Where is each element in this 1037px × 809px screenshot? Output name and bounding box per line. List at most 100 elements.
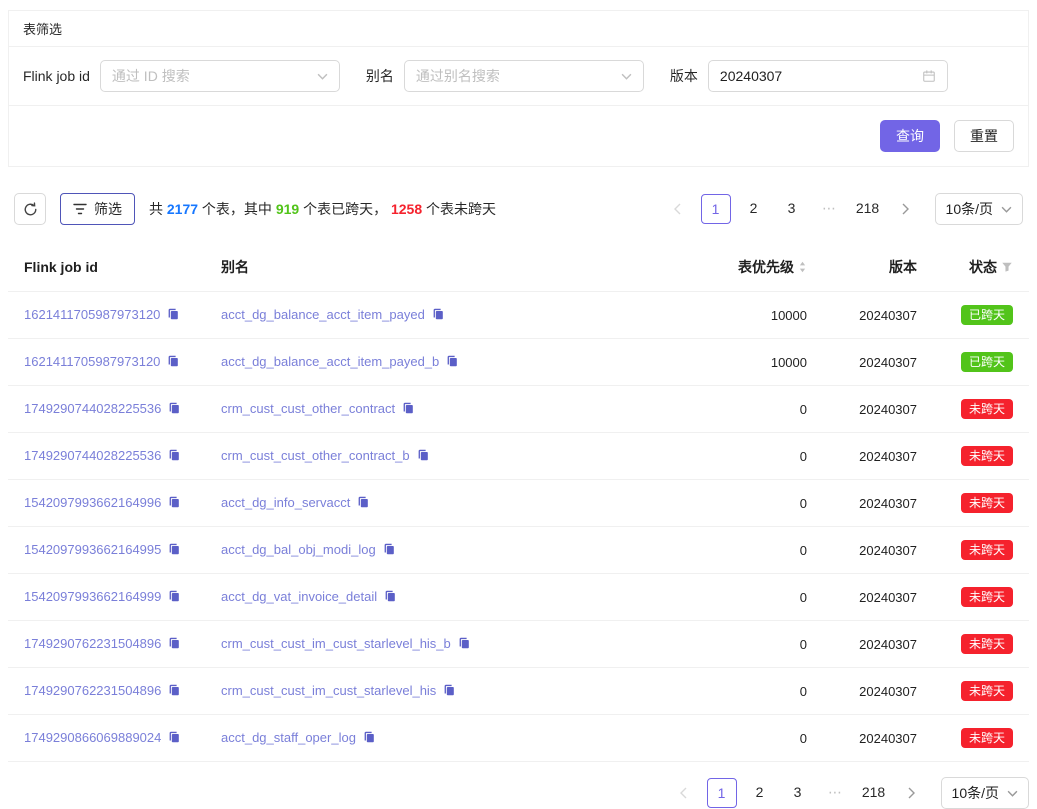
priority-value: 0 (683, 715, 823, 762)
column-header-priority[interactable]: 表优先级 (683, 247, 823, 292)
summary-part: 个表已跨天， (299, 201, 391, 217)
table-row: 1542097993662164996 acct_dg_info_servacc… (8, 480, 1029, 527)
copy-icon[interactable] (431, 307, 445, 324)
column-header-priority-label: 表优先级 (738, 257, 794, 277)
version-value: 20240307 (823, 480, 933, 527)
table-header-row: Flink job id 别名 表优先级 版本 状态 (8, 247, 1029, 292)
copy-icon[interactable] (383, 589, 397, 606)
copy-icon[interactable] (167, 448, 181, 465)
table-body: 1621411705987973120 acct_dg_balance_acct… (8, 292, 1029, 762)
summary-part: 个表，其中 (198, 201, 276, 217)
page-button-2[interactable]: 2 (745, 778, 775, 808)
flink-job-id-link[interactable]: 1749290762231504896 (24, 683, 161, 698)
summary-text: 共 2177 个表，其中 919 个表已跨天， 1258 个表未跨天 (149, 199, 496, 219)
copy-icon[interactable] (445, 354, 459, 371)
copy-icon[interactable] (167, 636, 181, 653)
alias-select[interactable]: 通过别名搜索 (404, 60, 644, 92)
copy-icon[interactable] (416, 448, 430, 465)
page-button-last[interactable]: 218 (859, 778, 889, 808)
copy-icon[interactable] (167, 730, 181, 747)
page-size-select[interactable]: 10条/页 (941, 777, 1029, 809)
flink-job-id-link[interactable]: 1749290762231504896 (24, 636, 161, 651)
page-button-2[interactable]: 2 (739, 194, 769, 224)
flink-job-id-link[interactable]: 1749290744028225536 (24, 448, 161, 463)
page-button-1[interactable]: 1 (707, 778, 737, 808)
flink-job-id-link[interactable]: 1749290744028225536 (24, 401, 161, 416)
flink-job-id-link[interactable]: 1749290866069889024 (24, 730, 161, 745)
priority-value: 10000 (683, 292, 823, 339)
page-size-select[interactable]: 10条/页 (935, 193, 1023, 225)
copy-icon[interactable] (167, 589, 181, 606)
alias-link[interactable]: crm_cust_cust_im_cust_starlevel_his (221, 683, 436, 698)
column-header-alias: 别名 (205, 247, 683, 292)
status-badge: 未跨天 (961, 446, 1013, 466)
filter-lines-icon (73, 203, 87, 215)
copy-icon[interactable] (167, 542, 181, 559)
priority-value: 10000 (683, 339, 823, 386)
alias-link[interactable]: acct_dg_bal_obj_modi_log (221, 542, 376, 557)
refresh-button[interactable] (14, 193, 46, 225)
bottom-pager-group: 123 ⋯ 218 10条/页 (8, 777, 1029, 809)
flink-job-id-label: Flink job id (23, 68, 90, 84)
alias-link[interactable]: crm_cust_cust_im_cust_starlevel_his_b (221, 636, 451, 651)
page-button-3[interactable]: 3 (783, 778, 813, 808)
page-button-last[interactable]: 218 (853, 194, 883, 224)
flink-job-id-link[interactable]: 1542097993662164995 (24, 542, 161, 557)
alias-link[interactable]: acct_dg_staff_oper_log (221, 730, 356, 745)
next-page-button[interactable] (897, 778, 927, 808)
page-button-3[interactable]: 3 (777, 194, 807, 224)
query-button[interactable]: 查询 (880, 120, 940, 152)
flink-job-id-link[interactable]: 1621411705987973120 (24, 354, 160, 369)
copy-icon[interactable] (167, 495, 181, 512)
filter-row: Flink job id 通过 ID 搜索 别名 通过别名搜索 (9, 47, 1028, 106)
alias-link[interactable]: acct_dg_balance_acct_item_payed (221, 307, 425, 322)
alias-link[interactable]: crm_cust_cust_other_contract_b (221, 448, 410, 463)
version-date-picker[interactable]: 20240307 (708, 60, 948, 92)
priority-value: 0 (683, 527, 823, 574)
pagination-ellipsis[interactable]: ⋯ (821, 778, 851, 808)
page: 表筛选 Flink job id 通过 ID 搜索 别名 通过别名搜索 (0, 0, 1037, 809)
filter-card-title: 表筛选 (9, 11, 1028, 47)
status-badge: 未跨天 (961, 493, 1013, 513)
prev-page-button[interactable] (669, 778, 699, 808)
version-value: 20240307 (823, 527, 933, 574)
copy-icon[interactable] (166, 354, 180, 371)
copy-icon[interactable] (167, 683, 181, 700)
alias-link[interactable]: acct_dg_info_servacct (221, 495, 350, 510)
flink-job-id-link[interactable]: 1621411705987973120 (24, 307, 160, 322)
copy-icon[interactable] (356, 495, 370, 512)
next-page-button[interactable] (891, 194, 921, 224)
copy-icon[interactable] (167, 401, 181, 418)
status-badge: 未跨天 (961, 681, 1013, 701)
copy-icon[interactable] (442, 683, 456, 700)
filter-toggle-button[interactable]: 筛选 (60, 193, 135, 225)
flink-job-id-select[interactable]: 通过 ID 搜索 (100, 60, 340, 92)
alias-link[interactable]: acct_dg_vat_invoice_detail (221, 589, 377, 604)
copy-icon[interactable] (382, 542, 396, 559)
sort-icon[interactable] (798, 260, 807, 274)
toolbar: 筛选 共 2177 个表，其中 919 个表已跨天， 1258 个表未跨天 12… (8, 193, 1029, 225)
alias-label: 别名 (366, 66, 394, 86)
copy-icon[interactable] (457, 636, 471, 653)
filter-funnel-icon[interactable] (1001, 261, 1013, 273)
chevron-down-icon (621, 73, 632, 80)
flink-job-id-link[interactable]: 1542097993662164996 (24, 495, 161, 510)
summary-part: 共 (149, 201, 167, 217)
copy-icon[interactable] (166, 307, 180, 324)
alias-link[interactable]: crm_cust_cust_other_contract (221, 401, 395, 416)
alias-link[interactable]: acct_dg_balance_acct_item_payed_b (221, 354, 439, 369)
chevron-down-icon (1007, 790, 1018, 797)
calendar-icon (922, 69, 936, 83)
filter-actions: 查询 重置 (9, 106, 1028, 166)
flink-job-id-field: Flink job id 通过 ID 搜索 (23, 60, 340, 92)
table-row: 1621411705987973120 acct_dg_balance_acct… (8, 339, 1029, 386)
flink-job-id-placeholder: 通过 ID 搜索 (112, 66, 309, 86)
table-row: 1749290762231504896 crm_cust_cust_im_cus… (8, 668, 1029, 715)
prev-page-button[interactable] (663, 194, 693, 224)
copy-icon[interactable] (362, 730, 376, 747)
pagination-ellipsis[interactable]: ⋯ (815, 194, 845, 224)
flink-job-id-link[interactable]: 1542097993662164999 (24, 589, 161, 604)
page-button-1[interactable]: 1 (701, 194, 731, 224)
copy-icon[interactable] (401, 401, 415, 418)
reset-button[interactable]: 重置 (954, 120, 1014, 152)
